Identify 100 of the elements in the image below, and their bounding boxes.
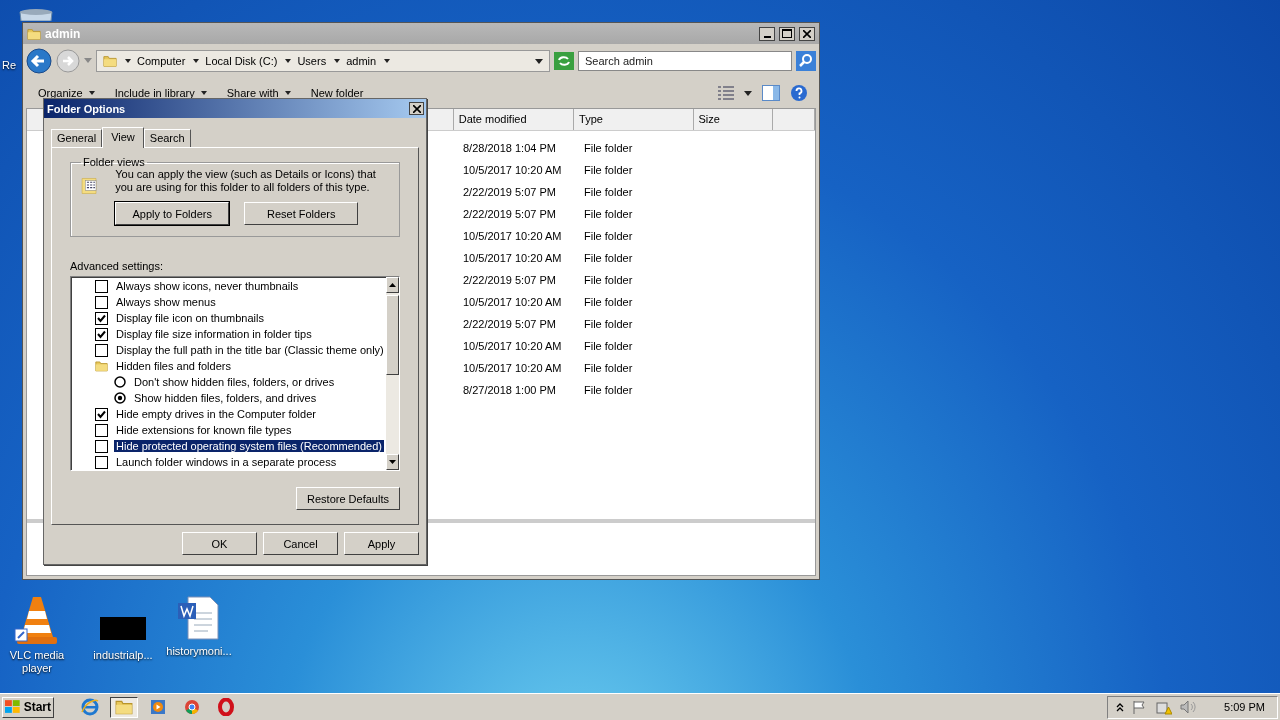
address-bar[interactable]: Computer Local Disk (C:) Users admin: [96, 50, 550, 72]
up-arrow-icon: [388, 283, 396, 287]
radio-button[interactable]: [114, 376, 126, 388]
checkbox[interactable]: [95, 343, 108, 357]
table-cell-text: File folder: [583, 142, 634, 154]
close-icon: [803, 29, 811, 38]
toolbar-item[interactable]: New folder: [310, 87, 364, 99]
file-thumbnail[interactable]: [100, 617, 146, 640]
maximize-icon: [782, 29, 792, 38]
tab[interactable]: View: [102, 127, 144, 148]
icon-label[interactable]: Re: [2, 59, 17, 72]
table-cell-text: File folder: [583, 340, 634, 352]
close-icon: [412, 104, 421, 113]
checkbox[interactable]: [95, 407, 108, 421]
table-cell-text: File folder: [583, 296, 634, 308]
setting-label[interactable]: Always show menus: [114, 296, 218, 308]
refresh-icon[interactable]: [554, 52, 574, 70]
breadcrumb[interactable]: Computer: [137, 55, 186, 67]
table-cell-text: 10/5/2017 10:20 AM: [462, 230, 563, 242]
icon-label[interactable]: industrialp...: [93, 649, 153, 662]
dialog-title: Folder Options: [47, 102, 127, 115]
checkbox[interactable]: [95, 439, 108, 453]
table-cell-text: File folder: [583, 318, 634, 330]
minimize-icon: [763, 35, 771, 38]
caret-icon[interactable]: [744, 90, 752, 96]
checkbox[interactable]: [95, 423, 108, 437]
table-cell-text: 10/5/2017 10:20 AM: [462, 340, 563, 352]
table-cell-text: 10/5/2017 10:20 AM: [462, 296, 563, 308]
column-header[interactable]: Date modified: [453, 109, 575, 130]
start-button[interactable]: Start: [2, 696, 54, 718]
caret-icon[interactable]: [535, 58, 543, 64]
setting-label[interactable]: Show hidden files, folders, and drives: [132, 392, 319, 404]
description-text: You can apply the view (such as Details or Icons) that you are using for this folder to all folders of this type.: [115, 168, 377, 194]
action-button[interactable]: Apply to Folders: [115, 202, 230, 225]
restore-defaults-button[interactable]: Restore Defaults: [296, 487, 400, 510]
table-cell-text: 2/22/2019 5:07 PM: [462, 274, 557, 286]
circle-logo-icon: [184, 699, 200, 715]
setting-label[interactable]: Display the full path in the title bar (Classic theme only): [114, 344, 386, 356]
setting-label[interactable]: Hide protected operating system files (Recommended): [114, 440, 384, 452]
folder-icon: [103, 53, 117, 69]
dialog-button[interactable]: Apply: [344, 532, 419, 555]
radio-button[interactable]: [114, 392, 126, 404]
caret-icon[interactable]: [125, 59, 131, 63]
view-options-icon[interactable]: [718, 86, 734, 100]
setting-label[interactable]: Hidden files and folders: [114, 360, 233, 372]
breadcrumb[interactable]: admin: [346, 55, 377, 67]
checkbox[interactable]: [95, 295, 108, 309]
close-button[interactable]: [409, 102, 424, 115]
table-cell-text: File folder: [583, 252, 634, 264]
search-icon[interactable]: [796, 51, 816, 71]
tab[interactable]: Search: [143, 129, 191, 147]
section-label: Advanced settings:: [70, 260, 164, 272]
search-field[interactable]: Search admin: [578, 51, 792, 71]
setting-label[interactable]: Display file size information in folder tips: [114, 328, 314, 340]
setting-label[interactable]: Always show icons, never thumbnails: [114, 280, 301, 292]
action-button[interactable]: Reset Folders: [244, 202, 359, 225]
checkbox[interactable]: [95, 311, 108, 325]
table-cell-text: File folder: [583, 164, 634, 176]
breadcrumb[interactable]: Users: [297, 55, 327, 67]
caret-icon[interactable]: [334, 59, 341, 63]
tab[interactable]: General: [51, 129, 103, 147]
minimize-button[interactable]: [759, 26, 775, 41]
setting-label[interactable]: Hide empty drives in the Computer folder: [114, 408, 318, 420]
scroll-down-button[interactable]: [385, 454, 399, 470]
preview-pane-icon[interactable]: [762, 85, 780, 101]
maximize-button[interactable]: [779, 26, 795, 41]
scroll-up-button[interactable]: [385, 277, 399, 293]
down-arrow-icon: [388, 460, 396, 464]
setting-label[interactable]: Display file icon on thumbnails: [114, 312, 266, 324]
setting-label[interactable]: Launch folder windows in a separate process: [114, 456, 339, 468]
close-button[interactable]: [799, 26, 815, 41]
column-header[interactable]: Size: [693, 109, 774, 130]
chevron-up-icon[interactable]: [1116, 702, 1125, 712]
setting-label[interactable]: Don't show hidden files, folders, or drives: [132, 376, 337, 388]
play-icon: [150, 699, 166, 715]
scrollbar-thumb[interactable]: [385, 295, 399, 375]
table-cell-text: 8/28/2018 1:04 PM: [462, 142, 557, 154]
four-squares-icon: [5, 700, 21, 714]
icon-label[interactable]: historymoni...: [166, 645, 232, 658]
checkbox[interactable]: [95, 279, 108, 293]
checkbox[interactable]: [95, 327, 108, 341]
breadcrumb[interactable]: Local Disk (C:): [205, 55, 278, 67]
caret-icon[interactable]: [193, 59, 200, 63]
recycle-bin-icon[interactable]: [16, 8, 56, 21]
document-icon[interactable]: [176, 595, 222, 641]
column-header[interactable]: Type: [574, 109, 694, 130]
dialog-button[interactable]: OK: [182, 532, 257, 555]
table-cell-text: File folder: [583, 362, 634, 374]
table-cell-text: 8/27/2018 1:00 PM: [462, 384, 557, 396]
taskbar-app[interactable]: [110, 696, 138, 718]
speaker-icon[interactable]: [1180, 700, 1197, 714]
dialog-button[interactable]: Cancel: [263, 532, 338, 555]
setting-label[interactable]: Hide extensions for known file types: [114, 424, 294, 436]
clock[interactable]: 5:09 PM: [1224, 701, 1265, 713]
checkbox[interactable]: [95, 455, 108, 469]
caret-icon[interactable]: [285, 59, 292, 63]
icon-label[interactable]: VLC media player: [0, 649, 74, 675]
caret-icon[interactable]: [384, 59, 391, 63]
table-cell-text: 10/5/2017 10:20 AM: [462, 362, 563, 374]
help-icon[interactable]: [790, 84, 808, 102]
